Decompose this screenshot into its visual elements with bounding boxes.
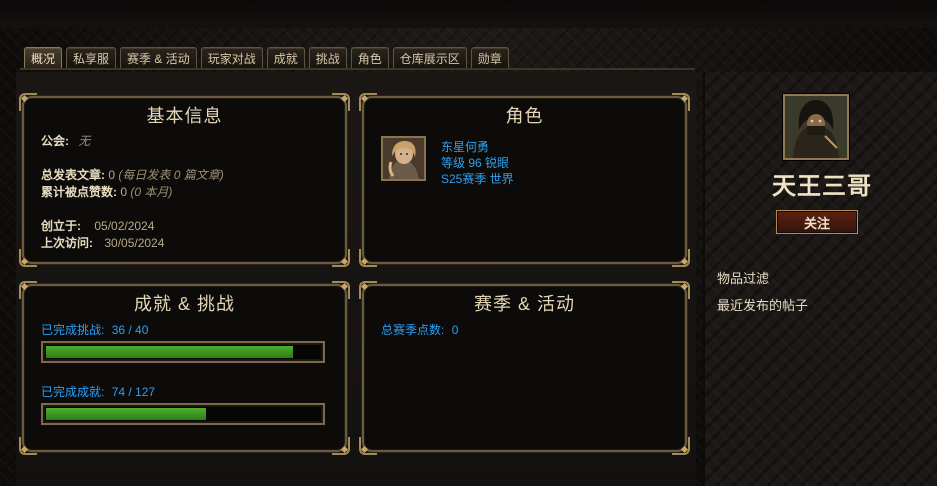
posts-label: 总发表文章:	[41, 168, 105, 182]
tab-stash-showcase[interactable]: 仓库展示区	[392, 47, 467, 68]
frame-corner	[332, 249, 350, 267]
last-visit-label: 上次访问:	[41, 236, 93, 250]
profile-sidebar: 天王三哥 关注 物品过滤 最近发布的帖子	[703, 72, 937, 486]
frame-corner	[332, 437, 350, 455]
tab-pvp[interactable]: 玩家对战	[200, 47, 263, 68]
guild-label: 公会:	[41, 134, 69, 148]
guild-value: 无	[78, 134, 91, 148]
achievements-title: 成就 & 挑战	[133, 294, 235, 314]
character-title: 角色	[505, 106, 544, 126]
challenges-progress-bar	[41, 341, 325, 363]
last-visit-row: 上次访问: 30/05/2024	[41, 234, 164, 251]
frame-corner	[19, 249, 37, 267]
likes-note: (0 本月)	[130, 185, 173, 199]
challenges-count: 36 / 40	[111, 323, 149, 337]
tab-private-server[interactable]: 私享服	[66, 47, 117, 68]
tab-achievements[interactable]: 成就	[266, 47, 305, 68]
posts-note: (每日发表 0 篇文章)	[118, 168, 224, 182]
achievements-label: 已完成成就:	[41, 385, 105, 399]
tab-season-events[interactable]: 赛季 & 活动	[120, 47, 197, 68]
tab-characters[interactable]: 角色	[350, 47, 389, 68]
tab-challenges[interactable]: 挑战	[308, 47, 347, 68]
character-portrait-icon[interactable]	[381, 136, 426, 181]
last-visit-value: 30/05/2024	[104, 236, 165, 250]
posts-row: 总发表文章: 0 (每日发表 0 篇文章)	[41, 166, 224, 183]
recent-posts-link[interactable]: 最近发布的帖子	[717, 295, 808, 314]
season-points-value: 0	[451, 323, 459, 337]
frame-corner	[672, 249, 690, 267]
posts-value: 0	[108, 168, 116, 182]
frame-corner	[19, 437, 37, 455]
character-panel: 角色 东星何勇 等级 96 锐眼 S25赛季 世界	[359, 93, 690, 267]
season-points-label: 总赛季点数:	[381, 323, 445, 337]
profile-tabs: 概况 私享服 赛季 & 活动 玩家对战 成就 挑战 角色 仓库展示区 勋章	[24, 47, 509, 69]
player-name: 天王三哥	[772, 173, 872, 200]
character-level-class: 等级 96 锐眼	[441, 156, 510, 170]
likes-value: 0	[120, 185, 128, 199]
player-avatar-icon	[783, 94, 849, 160]
frame-corner	[359, 249, 377, 267]
character-season-realm: S25赛季 世界	[441, 172, 514, 186]
season-title: 赛季 & 活动	[473, 294, 575, 314]
tab-medals[interactable]: 勋章	[470, 47, 509, 68]
created-row: 创立于: 05/02/2024	[41, 217, 154, 234]
season-points-row: 总赛季点数: 0	[381, 321, 458, 338]
frame-corner	[359, 437, 377, 455]
character-name[interactable]: 东星何勇	[441, 138, 489, 155]
guild-row: 公会: 无	[41, 132, 90, 149]
item-filter-link[interactable]: 物品过滤	[717, 268, 769, 287]
season-panel: 赛季 & 活动 总赛季点数: 0	[359, 281, 690, 455]
achievements-count: 74 / 127	[111, 385, 156, 399]
created-label: 创立于:	[41, 219, 81, 233]
basic-info-panel: 基本信息 公会: 无 总发表文章: 0 (每日发表 0 篇文章) 累计被点赞数:…	[19, 93, 350, 267]
achievements-progress-fill	[46, 408, 206, 420]
top-strip	[0, 0, 937, 28]
achievements-panel: 成就 & 挑战 已完成挑战: 36 / 40 已完成成就: 74 / 127	[19, 281, 350, 455]
achievements-row: 已完成成就: 74 / 127	[41, 383, 155, 400]
likes-label: 累计被点赞数:	[41, 185, 117, 199]
basic-info-title: 基本信息	[146, 106, 223, 126]
created-value: 05/02/2024	[94, 219, 155, 233]
tab-overview[interactable]: 概况	[24, 47, 63, 68]
challenges-progress-fill	[46, 346, 293, 358]
frame-corner	[672, 437, 690, 455]
likes-row: 累计被点赞数: 0 (0 本月)	[41, 183, 172, 200]
achievements-progress-bar	[41, 403, 325, 425]
follow-button[interactable]: 关注	[776, 210, 858, 234]
challenges-row: 已完成挑战: 36 / 40	[41, 321, 148, 338]
tab-underline	[20, 68, 695, 70]
challenges-label: 已完成挑战:	[41, 323, 105, 337]
